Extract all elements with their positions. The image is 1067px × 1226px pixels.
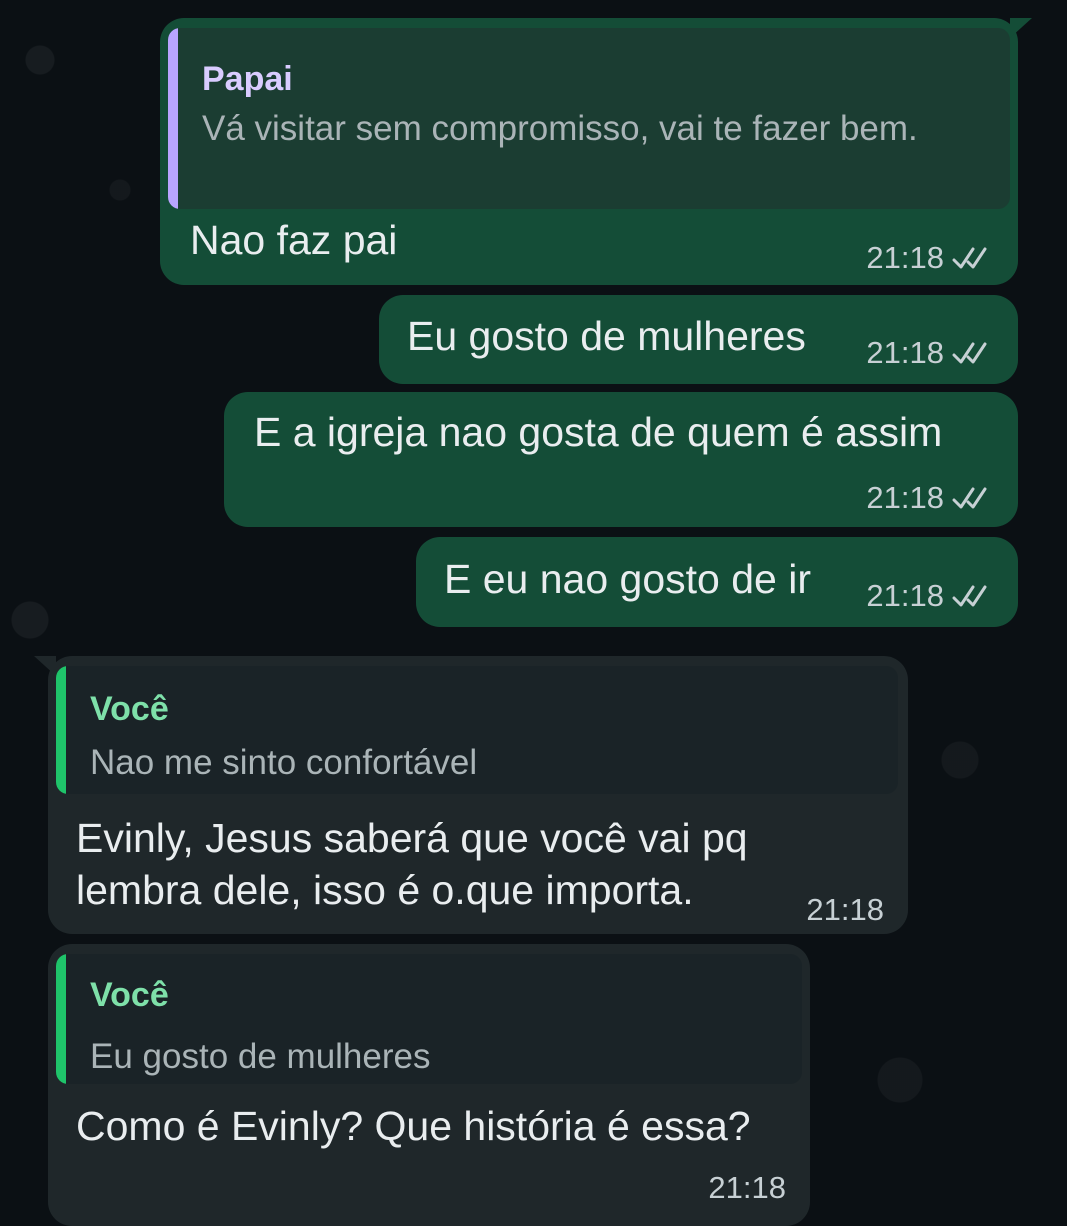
quote-bar [168, 28, 178, 209]
message-text-line-1: Evinly, Jesus saberá que você vai pq [76, 815, 748, 861]
message-time: 21:18 [708, 1170, 786, 1205]
message-text: Nao faz pai [190, 217, 398, 263]
quote-author: Você [90, 690, 169, 728]
quoted-message[interactable]: Você Nao me sinto confortável [56, 666, 898, 794]
message-text: Como é Evinly? Que história é essa? [76, 1103, 751, 1149]
message-meta: 21:18 [806, 894, 884, 925]
message-time: 21:18 [866, 480, 944, 515]
quote-author: Papai [202, 60, 293, 98]
quote-text: Nao me sinto confortável [90, 743, 478, 782]
message-bubble-outgoing[interactable]: Eu gosto de mulheres 21:18 [379, 295, 1018, 384]
message-text-line-2: lembra dele, isso é o.que importa. [76, 867, 694, 913]
message-time: 21:18 [806, 892, 884, 927]
quote-bar [56, 666, 66, 794]
double-check-icon [952, 247, 987, 268]
quote-author: Você [90, 976, 169, 1014]
message-meta: 21:18 [866, 482, 994, 513]
message-bubble-outgoing[interactable]: E eu nao gosto de ir 21:18 [416, 537, 1018, 627]
double-check-icon [952, 487, 987, 508]
quoted-message[interactable]: Você Eu gosto de mulheres [56, 954, 802, 1084]
message-time: 21:18 [866, 240, 944, 275]
message-meta: 21:18 [866, 242, 994, 273]
message-text: Eu gosto de mulheres [407, 313, 806, 359]
quote-text: Vá visitar sem compromisso, vai te fazer… [202, 109, 918, 148]
message-bubble-incoming[interactable]: Você Eu gosto de mulheres Como é Evinly?… [48, 944, 810, 1226]
message-bubble-outgoing[interactable]: E a igreja nao gosta de quem é assim 21:… [224, 392, 1018, 527]
quoted-message[interactable]: Papai Vá visitar sem compromisso, vai te… [168, 28, 1010, 209]
message-meta: 21:18 [866, 337, 994, 368]
message-text: E a igreja nao gosta de quem é assim [254, 409, 943, 455]
message-meta: 21:18 [866, 580, 994, 611]
double-check-icon [952, 342, 987, 363]
quote-bar [56, 954, 66, 1084]
message-bubble-outgoing[interactable]: Papai Vá visitar sem compromisso, vai te… [160, 18, 1032, 285]
message-text: E eu nao gosto de ir [444, 556, 811, 602]
message-time: 21:18 [866, 578, 944, 613]
quote-text: Eu gosto de mulheres [90, 1037, 431, 1076]
double-check-icon [952, 585, 987, 606]
message-time: 21:18 [866, 335, 944, 370]
message-bubble-incoming[interactable]: Você Nao me sinto confortável Evinly, Je… [34, 656, 908, 934]
message-meta: 21:18 [708, 1172, 786, 1203]
